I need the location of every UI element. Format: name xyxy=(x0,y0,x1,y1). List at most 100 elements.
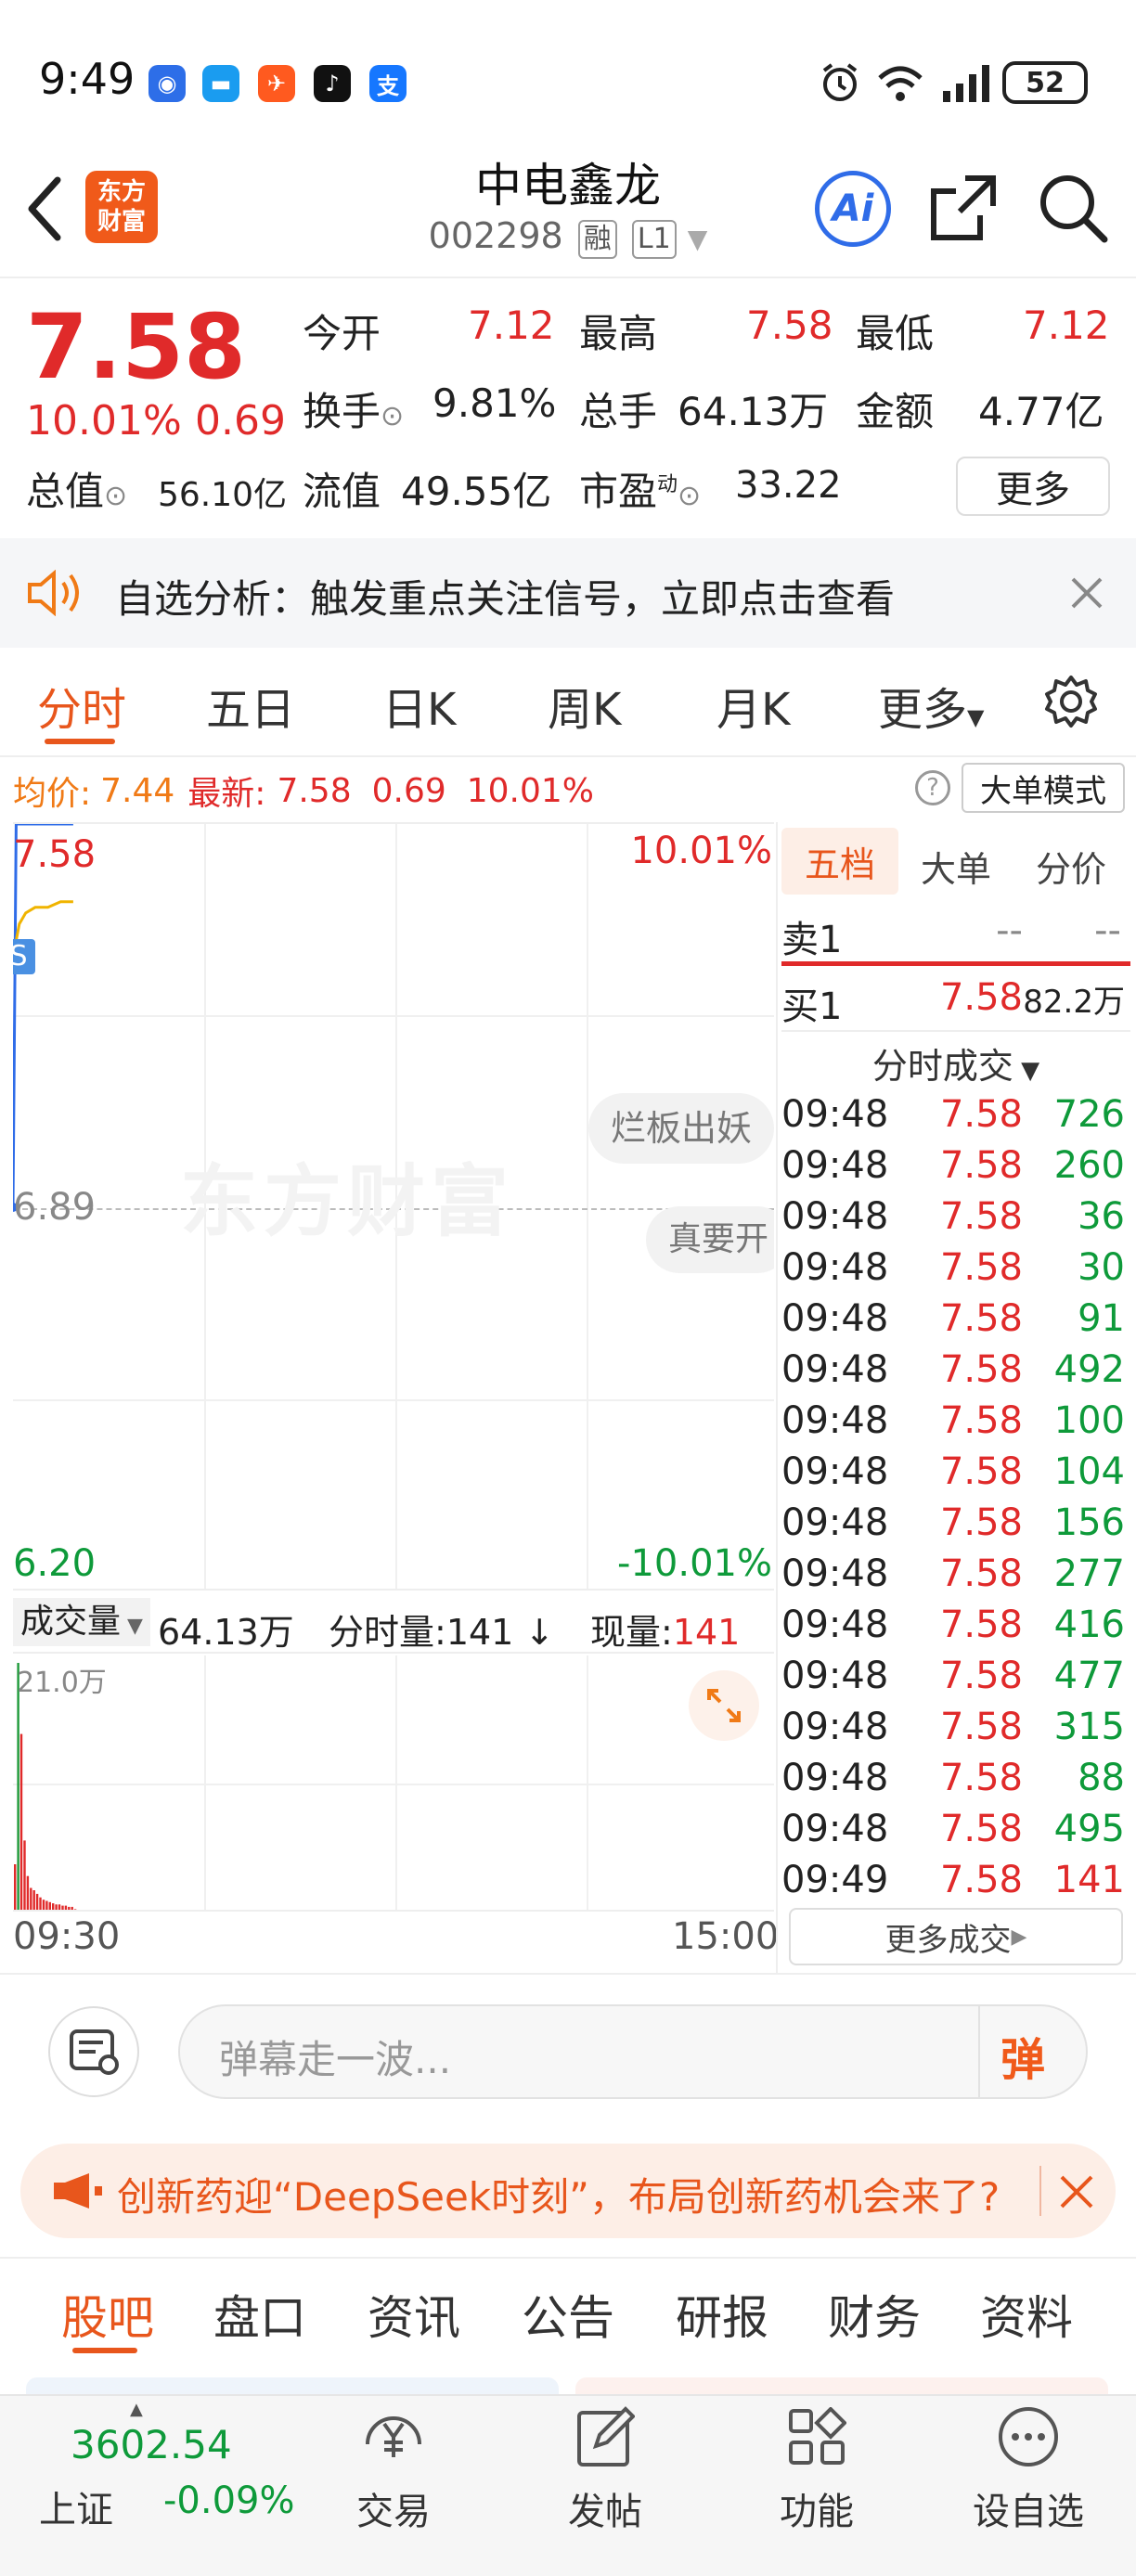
trade-volume: 156 xyxy=(1053,1501,1125,1544)
trade-price: 7.58 xyxy=(939,1297,1023,1340)
index-change[interactable]: -0.09% xyxy=(163,2479,295,2522)
divider xyxy=(0,2257,1136,2259)
mktcap-label-text: 总值 xyxy=(26,469,105,514)
ai-assistant-button[interactable]: Ai xyxy=(815,171,891,247)
trade-time: 09:48 xyxy=(781,1144,889,1187)
tab-weekly-k[interactable]: 周K xyxy=(548,673,621,738)
trade-volume: 477 xyxy=(1053,1655,1125,1697)
mktcap-label[interactable]: 总值⊙ xyxy=(26,460,127,517)
subtab-profile[interactable]: 资料 xyxy=(980,2281,1073,2348)
expand-chart-button[interactable] xyxy=(689,1670,759,1741)
trade-volume: 495 xyxy=(1053,1808,1125,1850)
nav-functions-label[interactable]: 功能 xyxy=(761,2481,872,2535)
volume-chart-svg xyxy=(14,1663,77,1910)
turnover-label[interactable]: 换手⊙ xyxy=(303,380,404,437)
x-axis-end-label: 15:00 xyxy=(672,1915,780,1958)
trade-time: 09:48 xyxy=(781,1604,889,1646)
current-price: 7.58 xyxy=(26,295,246,399)
trade-yen-icon[interactable] xyxy=(349,2407,438,2472)
subtab-orderbook[interactable]: 盘口 xyxy=(213,2281,306,2348)
trade-price: 7.58 xyxy=(939,1808,1023,1850)
trade-row: 09:48 7.58 492 xyxy=(781,1348,1130,1399)
wifi-icon xyxy=(878,66,923,101)
ticks-header[interactable]: 分时成交 ▼ xyxy=(781,1037,1130,1088)
tab-five-levels[interactable]: 五档 xyxy=(781,828,898,895)
search-icon[interactable] xyxy=(1038,173,1108,243)
quote-more-button[interactable]: 更多 xyxy=(956,457,1110,516)
nav-add-watchlist-label[interactable]: 设自选 xyxy=(963,2481,1093,2535)
trade-volume: 88 xyxy=(1078,1757,1125,1799)
subtab-research[interactable]: 研报 xyxy=(676,2281,768,2348)
news-banner[interactable]: 创新药迎“DeepSeek时刻”，布局创新药机会来了? xyxy=(20,2144,1116,2238)
volume-chart[interactable]: 21.0万 xyxy=(13,1655,774,1912)
subtab-news[interactable]: 资讯 xyxy=(368,2281,460,2348)
caret-up-icon: ▲ xyxy=(130,2400,143,2419)
trade-price: 7.58 xyxy=(939,1706,1023,1748)
trade-volume: 30 xyxy=(1078,1246,1125,1289)
pe-label[interactable]: 市盈动⊙ xyxy=(579,460,701,517)
price-chart[interactable]: 东方财富 烂板出妖 真要开 7.58 6.89 6.20 10.01% -10.… xyxy=(13,822,774,1589)
subtab-finance[interactable]: 财务 xyxy=(828,2281,921,2348)
more-dots-icon[interactable] xyxy=(997,2405,1060,2472)
nav-trade-label[interactable]: 交易 xyxy=(338,2481,449,2535)
volume-bar xyxy=(52,1903,55,1910)
volume-value: 64.13万 xyxy=(678,389,829,434)
battery-indicator: 52 xyxy=(1002,61,1088,104)
tab-daily-k[interactable]: 日K xyxy=(382,673,456,738)
volume-bar xyxy=(64,1905,68,1910)
volume-dropdown[interactable]: 成交量 ▼ xyxy=(13,1598,150,1646)
tab-price-distribution[interactable]: 分价 xyxy=(1036,841,1106,892)
functions-grid-icon[interactable] xyxy=(787,2406,847,2470)
tab-monthly-k[interactable]: 月K xyxy=(716,673,790,738)
settings-gear-icon[interactable] xyxy=(1043,674,1099,729)
y-axis-mid-label: 6.89 xyxy=(13,1186,97,1229)
danmu-input[interactable]: 弹幕走一波... xyxy=(219,2029,451,2085)
trade-row: 09:48 7.58 30 xyxy=(781,1246,1130,1297)
amount-value: 4.77亿 xyxy=(978,389,1104,434)
tab-intraday[interactable]: 分时 xyxy=(37,673,126,738)
divider xyxy=(1039,2166,1041,2216)
tab-five-day[interactable]: 五日 xyxy=(206,673,295,738)
share-icon[interactable] xyxy=(928,173,999,243)
trade-price: 7.58 xyxy=(939,1144,1023,1187)
float-value: 49.55亿 xyxy=(401,469,552,514)
close-icon[interactable] xyxy=(1069,575,1104,611)
buy1-price: 7.58 xyxy=(939,976,1023,1019)
help-icon[interactable]: ? xyxy=(915,770,950,805)
index-name[interactable]: 上证 xyxy=(39,2479,113,2533)
trade-price: 7.58 xyxy=(939,1399,1023,1442)
current-volume: 现量:141 xyxy=(590,1604,740,1655)
tick-volume-value: 141 xyxy=(445,1612,514,1653)
alert-banner[interactable]: 自选分析：触发重点关注信号，立即点击查看 xyxy=(0,538,1136,648)
latest-percent: 10.01% xyxy=(466,771,595,810)
nav-post-label[interactable]: 发帖 xyxy=(549,2481,661,2535)
tick-volume-label: 分时量: xyxy=(329,1612,446,1653)
avg-value: 7.44 xyxy=(100,771,175,810)
rocket-app-icon: ◉ xyxy=(148,65,186,102)
send-danmu-button[interactable]: 弹 xyxy=(1000,2023,1045,2088)
large-order-mode-button[interactable]: 大单模式 xyxy=(962,763,1125,813)
index-value[interactable]: 3602.54 xyxy=(71,2422,232,2467)
trade-volume: 726 xyxy=(1053,1093,1125,1136)
close-icon[interactable] xyxy=(1058,2173,1095,2210)
megaphone-icon xyxy=(54,2173,102,2209)
trade-price: 7.58 xyxy=(939,1246,1023,1289)
subtab-announcements[interactable]: 公告 xyxy=(522,2281,614,2348)
sell1-price: -- xyxy=(996,909,1023,952)
tab-more[interactable]: 更多▼ xyxy=(878,673,984,738)
dropdown-triangle-icon: ▼ xyxy=(1013,1057,1040,1085)
post-icon[interactable] xyxy=(575,2405,636,2474)
subtab-forum[interactable]: 股吧 xyxy=(61,2281,154,2348)
sell-marker[interactable]: S xyxy=(13,939,35,974)
avg-label: 均价: xyxy=(13,775,92,813)
volume-header: 成交量 ▼ 64.13万 分时量:141 ↓ 现量:141 xyxy=(13,1589,774,1654)
low-value: 7.12 xyxy=(1023,303,1110,348)
trade-row: 09:48 7.58 477 xyxy=(781,1655,1130,1706)
trade-row: 09:49 7.58 141 xyxy=(781,1859,1130,1910)
tab-large-orders[interactable]: 大单 xyxy=(921,841,991,892)
danmu-settings-button[interactable] xyxy=(48,2006,139,2097)
latest-label: 最新: xyxy=(187,775,266,813)
avg-price-line xyxy=(14,900,73,941)
more-trades-button[interactable]: 更多成交 ▶ xyxy=(789,1908,1123,1965)
dropdown-triangle-icon: ▼ xyxy=(687,224,708,254)
